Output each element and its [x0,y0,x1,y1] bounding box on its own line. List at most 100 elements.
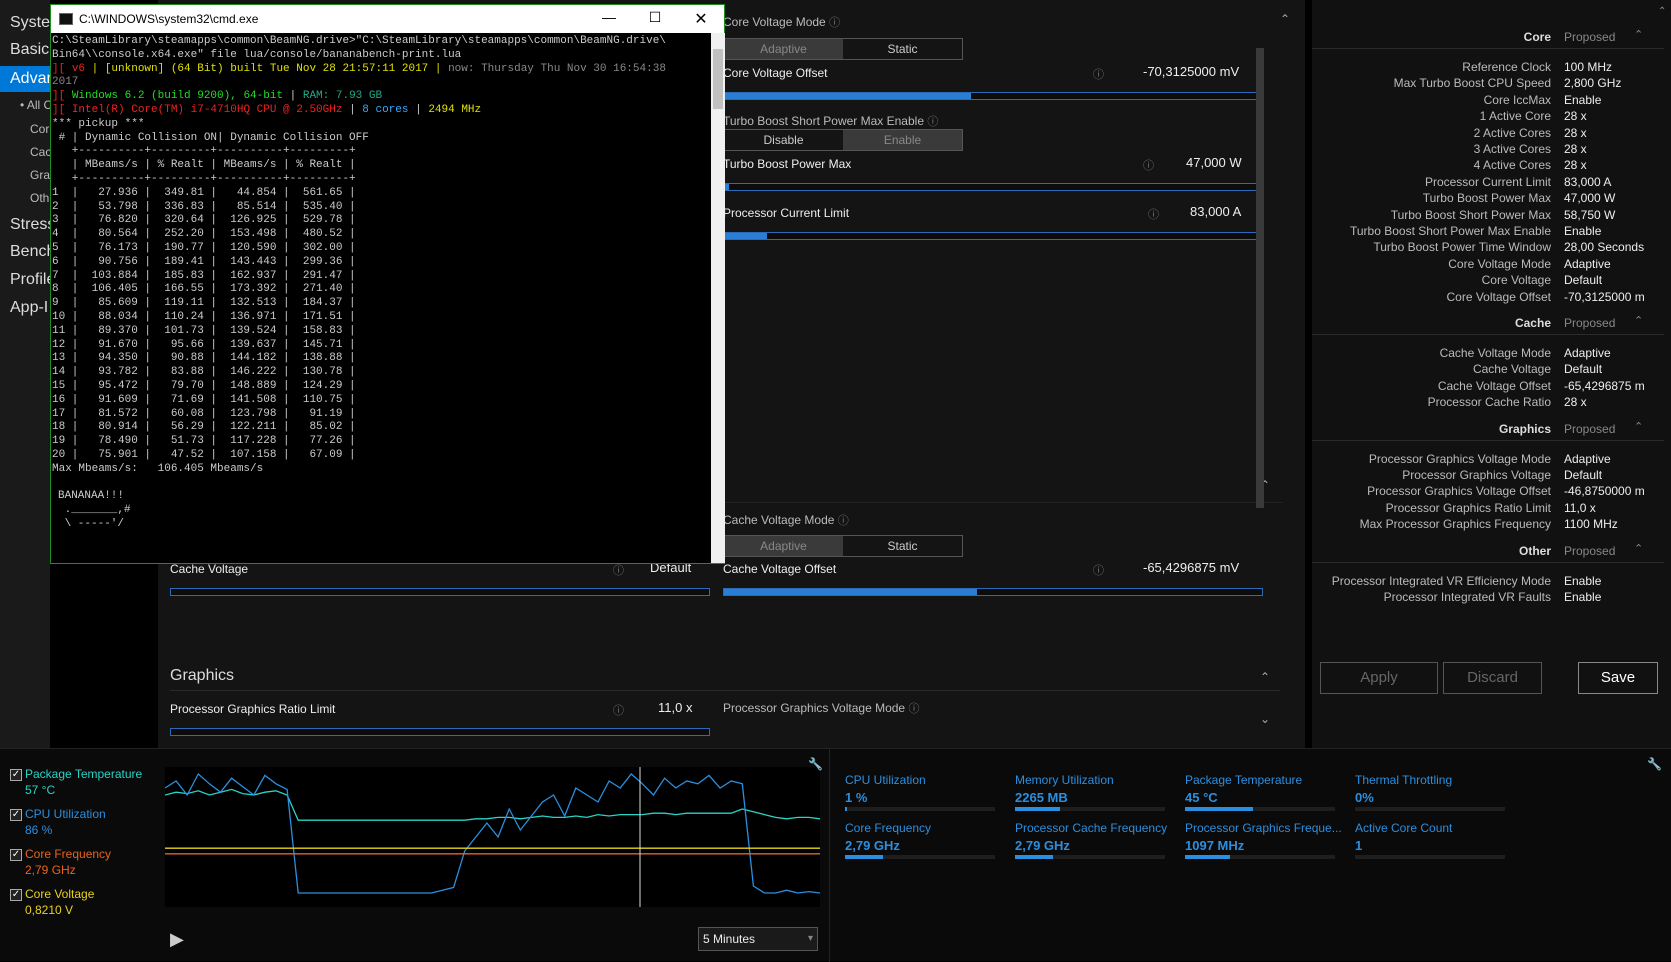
nav-sub-other[interactable]: Oth [30,191,49,205]
cmd-seg: Windows 6.2 (build 9200), 64-bit [71,90,284,103]
legend-checkbox[interactable]: ✓ [10,769,22,781]
option-enable[interactable]: Enable [843,130,962,150]
info-icon[interactable]: ⓘ [838,515,849,527]
tile-value: 45 °C [1185,790,1218,805]
info-icon[interactable]: ⓘ [829,17,840,29]
discard-button[interactable]: Discard [1443,662,1542,694]
chevron-up-icon[interactable]: ⌃ [1634,28,1643,41]
graphics-voltage-mode-label: Processor Graphics Voltage Mode ⓘ [723,701,920,715]
info-icon[interactable]: ⓘ [613,702,624,718]
tile-name: Processor Cache Frequency [1015,821,1168,835]
nav-basic[interactable]: Basic [10,41,49,59]
save-button[interactable]: Save [1578,662,1658,694]
summary-key: Core Voltage Offset [1446,289,1551,304]
play-icon[interactable]: ▶ [170,929,184,950]
nav-sub-core[interactable]: Cor [30,122,49,136]
summary-section-proposed: Proposed [1564,316,1616,330]
scrollbar-thumb[interactable] [1256,48,1264,508]
info-icon[interactable]: ⓘ [1148,206,1159,222]
summary-value: 58,750 W [1564,207,1616,222]
info-icon[interactable]: ⓘ [1093,562,1104,578]
nav-advanced[interactable]: Advanced [0,66,50,92]
cache-voltage-offset-label: Cache Voltage Offset [723,562,837,576]
nav-bench[interactable]: Bench [10,243,50,261]
chevron-up-icon[interactable]: ⌃ [1280,12,1290,26]
chevron-down-icon[interactable]: ⌄ [1260,712,1270,726]
legend-value: 86 % [25,823,53,837]
tile-bar [1185,807,1335,811]
legend-checkbox[interactable]: ✓ [10,849,22,861]
cache-voltage-slider[interactable] [170,588,710,596]
graphics-ratio-slider[interactable] [170,728,710,736]
core-voltage-mode-toggle[interactable]: Adaptive Static [723,38,963,60]
chart-background [165,767,820,907]
cmd-table-row: 6 | 90.756 | 189.41 | 143.443 | 299.36 | [52,255,356,268]
option-adaptive[interactable]: Adaptive [724,39,843,59]
info-icon[interactable]: ⓘ [1143,157,1154,173]
cmd-table-row: 16 | 91.609 | 71.69 | 141.508 | 110.75 | [52,393,356,406]
nav-system[interactable]: System [10,14,50,32]
tile-bar [1355,807,1505,811]
summary-section-title: Cache [1514,316,1551,330]
info-icon[interactable]: ⓘ [613,562,624,578]
chevron-up-icon[interactable]: ⌃ [1634,420,1643,433]
option-disable[interactable]: Disable [724,130,843,150]
nav-app[interactable]: App-I [10,299,48,317]
cmd-window[interactable]: C:\WINDOWS\system32\cmd.exe — ☐ ✕ C:\Ste… [50,4,725,564]
close-icon[interactable]: ✕ [678,9,724,29]
summary-section-proposed: Proposed [1564,543,1616,558]
cmd-scrollbar-thumb[interactable] [713,49,723,109]
wrench-icon[interactable]: 🔧 [808,757,823,771]
cache-voltage-mode-toggle[interactable]: Adaptive Static [723,535,963,557]
tile-bar [845,807,995,811]
chevron-up-icon[interactable]: ⌃ [1658,6,1666,17]
info-icon[interactable]: ⓘ [908,703,919,715]
cmd-line: ._______,# [58,504,131,517]
option-adaptive[interactable]: Adaptive [724,536,843,556]
option-static[interactable]: Static [843,39,962,59]
nav-sub-all[interactable]: • All C [20,98,50,112]
turbo-power-max-slider[interactable] [723,183,1263,191]
chevron-up-icon[interactable]: ⌃ [1634,314,1643,327]
summary-value: Adaptive [1564,346,1611,360]
summary-key: Turbo Boost Power Max [1422,191,1551,206]
nav-stress[interactable]: Stress [10,216,50,234]
summary-key: Core Voltage [1481,273,1551,288]
option-static[interactable]: Static [843,536,962,556]
cmd-title-bar[interactable]: C:\WINDOWS\system32\cmd.exe — ☐ ✕ [51,5,724,33]
turbo-short-enable-toggle[interactable]: Disable Enable [723,129,963,151]
maximize-icon[interactable]: ☐ [632,9,678,29]
summary-key: Cache Voltage [1472,362,1551,377]
core-voltage-offset-slider[interactable] [723,92,1263,100]
chevron-up-icon[interactable]: ⌃ [1634,542,1643,555]
minimize-icon[interactable]: — [586,9,632,29]
cmd-line: Max Mbeams/s: 106.405 Mbeams/s [52,462,264,475]
cmd-table-row: 20 | 75.901 | 47.52 | 107.158 | 67.09 | [52,448,356,461]
processor-current-limit-slider[interactable] [723,232,1263,240]
summary-key: Processor Graphics Voltage Mode [1368,451,1551,466]
info-icon[interactable]: ⓘ [927,116,938,128]
cache-voltage-offset-slider[interactable] [723,588,1263,596]
legend-checkbox[interactable]: ✓ [10,889,22,901]
cmd-scrollbar[interactable] [711,33,725,563]
timespan-select[interactable]: 5 Minutes ▾ [698,927,818,951]
cmd-table-row: 14 | 93.782 | 83.88 | 146.222 | 130.78 | [52,366,356,379]
nav-profile[interactable]: Profile [10,271,50,289]
legend-value: 57 °C [25,783,56,797]
cmd-line: 2017 [52,76,79,89]
nav-sub-graphics[interactable]: Gra [30,168,50,182]
apply-button[interactable]: Apply [1320,662,1438,694]
legend-checkbox[interactable]: ✓ [10,809,22,821]
cmd-seg: | [408,103,429,116]
cmd-seg: now: Thursday Thu Nov 30 16:54:38 [448,62,666,75]
summary-value: 83,000 A [1564,174,1612,189]
core-voltage-mode-label: Core Voltage Mode ⓘ [723,15,841,29]
wrench-icon[interactable]: 🔧 [1647,757,1662,771]
cache-voltage-mode-label: Cache Voltage Mode ⓘ [723,513,849,527]
info-icon[interactable]: ⓘ [1093,66,1104,82]
summary-section-title: Core [1523,30,1551,44]
summary-key: Core Voltage Mode [1448,256,1551,271]
chevron-up-icon[interactable]: ⌃ [1260,670,1270,684]
nav-sub-cache[interactable]: Cac [30,145,50,159]
turbo-short-enable-label: Turbo Boost Short Power Max Enable ⓘ [723,114,939,128]
